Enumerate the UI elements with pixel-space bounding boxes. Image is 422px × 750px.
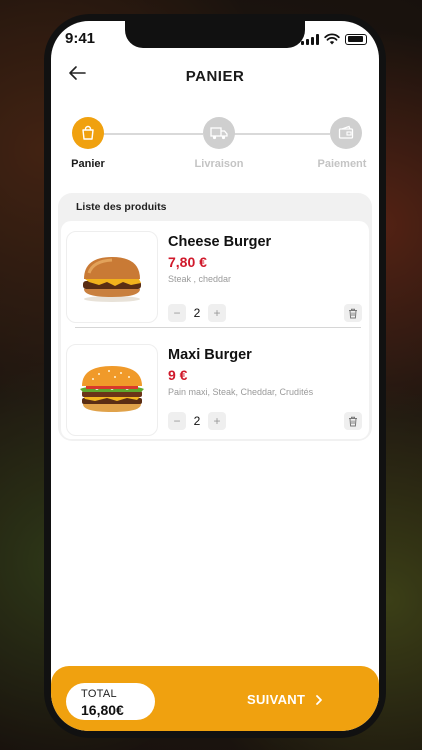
battery-icon (345, 33, 367, 45)
list-item: Cheese Burger 7,80 € Steak , cheddar − 2… (61, 226, 369, 326)
step-livraison[interactable] (203, 117, 235, 149)
product-description: Pain maxi, Steak, Cheddar, Crudités (168, 387, 314, 397)
product-list-title: Liste des produits (76, 201, 167, 213)
total-value: 16,80€ (81, 702, 124, 718)
checkout-bar: TOTAL 16,80€ SUIVANT (51, 666, 379, 731)
product-name: Maxi Burger (168, 347, 252, 363)
list-item: Maxi Burger 9 € Pain maxi, Steak, Chedda… (61, 339, 369, 439)
status-time: 9:41 (65, 30, 96, 47)
remove-item-button[interactable] (344, 304, 362, 322)
product-price: 9 € (168, 367, 188, 383)
burger-image (80, 366, 144, 412)
wallet-card-icon (338, 125, 354, 139)
checkout-stepper: Panier Livraison Paiement (51, 117, 379, 177)
next-button-label: SUIVANT (247, 692, 306, 707)
status-icons (301, 33, 367, 45)
total-label: TOTAL (81, 688, 117, 700)
trash-icon (349, 308, 357, 318)
page-title: PANIER (185, 68, 245, 85)
step-label-livraison: Livraison (194, 158, 244, 170)
quantity-stepper: − 2 + (168, 304, 226, 322)
remove-item-button[interactable] (344, 412, 362, 430)
shopping-bag-icon (82, 125, 94, 140)
quantity-stepper: − 2 + (168, 412, 226, 430)
product-list: Cheese Burger 7,80 € Steak , cheddar − 2… (61, 221, 369, 439)
chevron-right-icon (316, 694, 323, 705)
increase-quantity-button[interactable]: + (208, 412, 226, 430)
total-summary: TOTAL 16,80€ (66, 683, 155, 720)
quantity-value: 2 (193, 306, 201, 320)
decrease-quantity-button[interactable]: − (168, 304, 186, 322)
item-divider (75, 327, 361, 328)
step-paiement[interactable] (330, 117, 362, 149)
decrease-quantity-button[interactable]: − (168, 412, 186, 430)
trash-icon (349, 416, 357, 426)
delivery-truck-icon (210, 127, 228, 140)
step-connector (103, 133, 203, 135)
cheese-burger-image (66, 231, 158, 323)
step-panier[interactable] (72, 117, 104, 149)
increase-quantity-button[interactable]: + (208, 304, 226, 322)
product-name: Cheese Burger (168, 234, 272, 250)
next-button[interactable]: SUIVANT (247, 692, 323, 707)
product-description: Steak , cheddar (168, 274, 232, 284)
step-connector (234, 133, 330, 135)
product-list-card: Liste des produits Cheese Burger 7,80 € … (58, 193, 372, 441)
wifi-icon (324, 33, 340, 45)
step-label-panier: Panier (71, 158, 105, 170)
product-price: 7,80 € (168, 254, 207, 270)
cellular-signal-icon (301, 33, 319, 45)
app-screen: 9:41 PANIER Panier Livraison Paiement Li… (51, 21, 379, 731)
phone-notch (125, 21, 305, 48)
maxi-burger-image (66, 344, 158, 436)
quantity-value: 2 (193, 414, 201, 428)
burger-image (83, 257, 141, 302)
step-label-paiement: Paiement (317, 158, 367, 170)
